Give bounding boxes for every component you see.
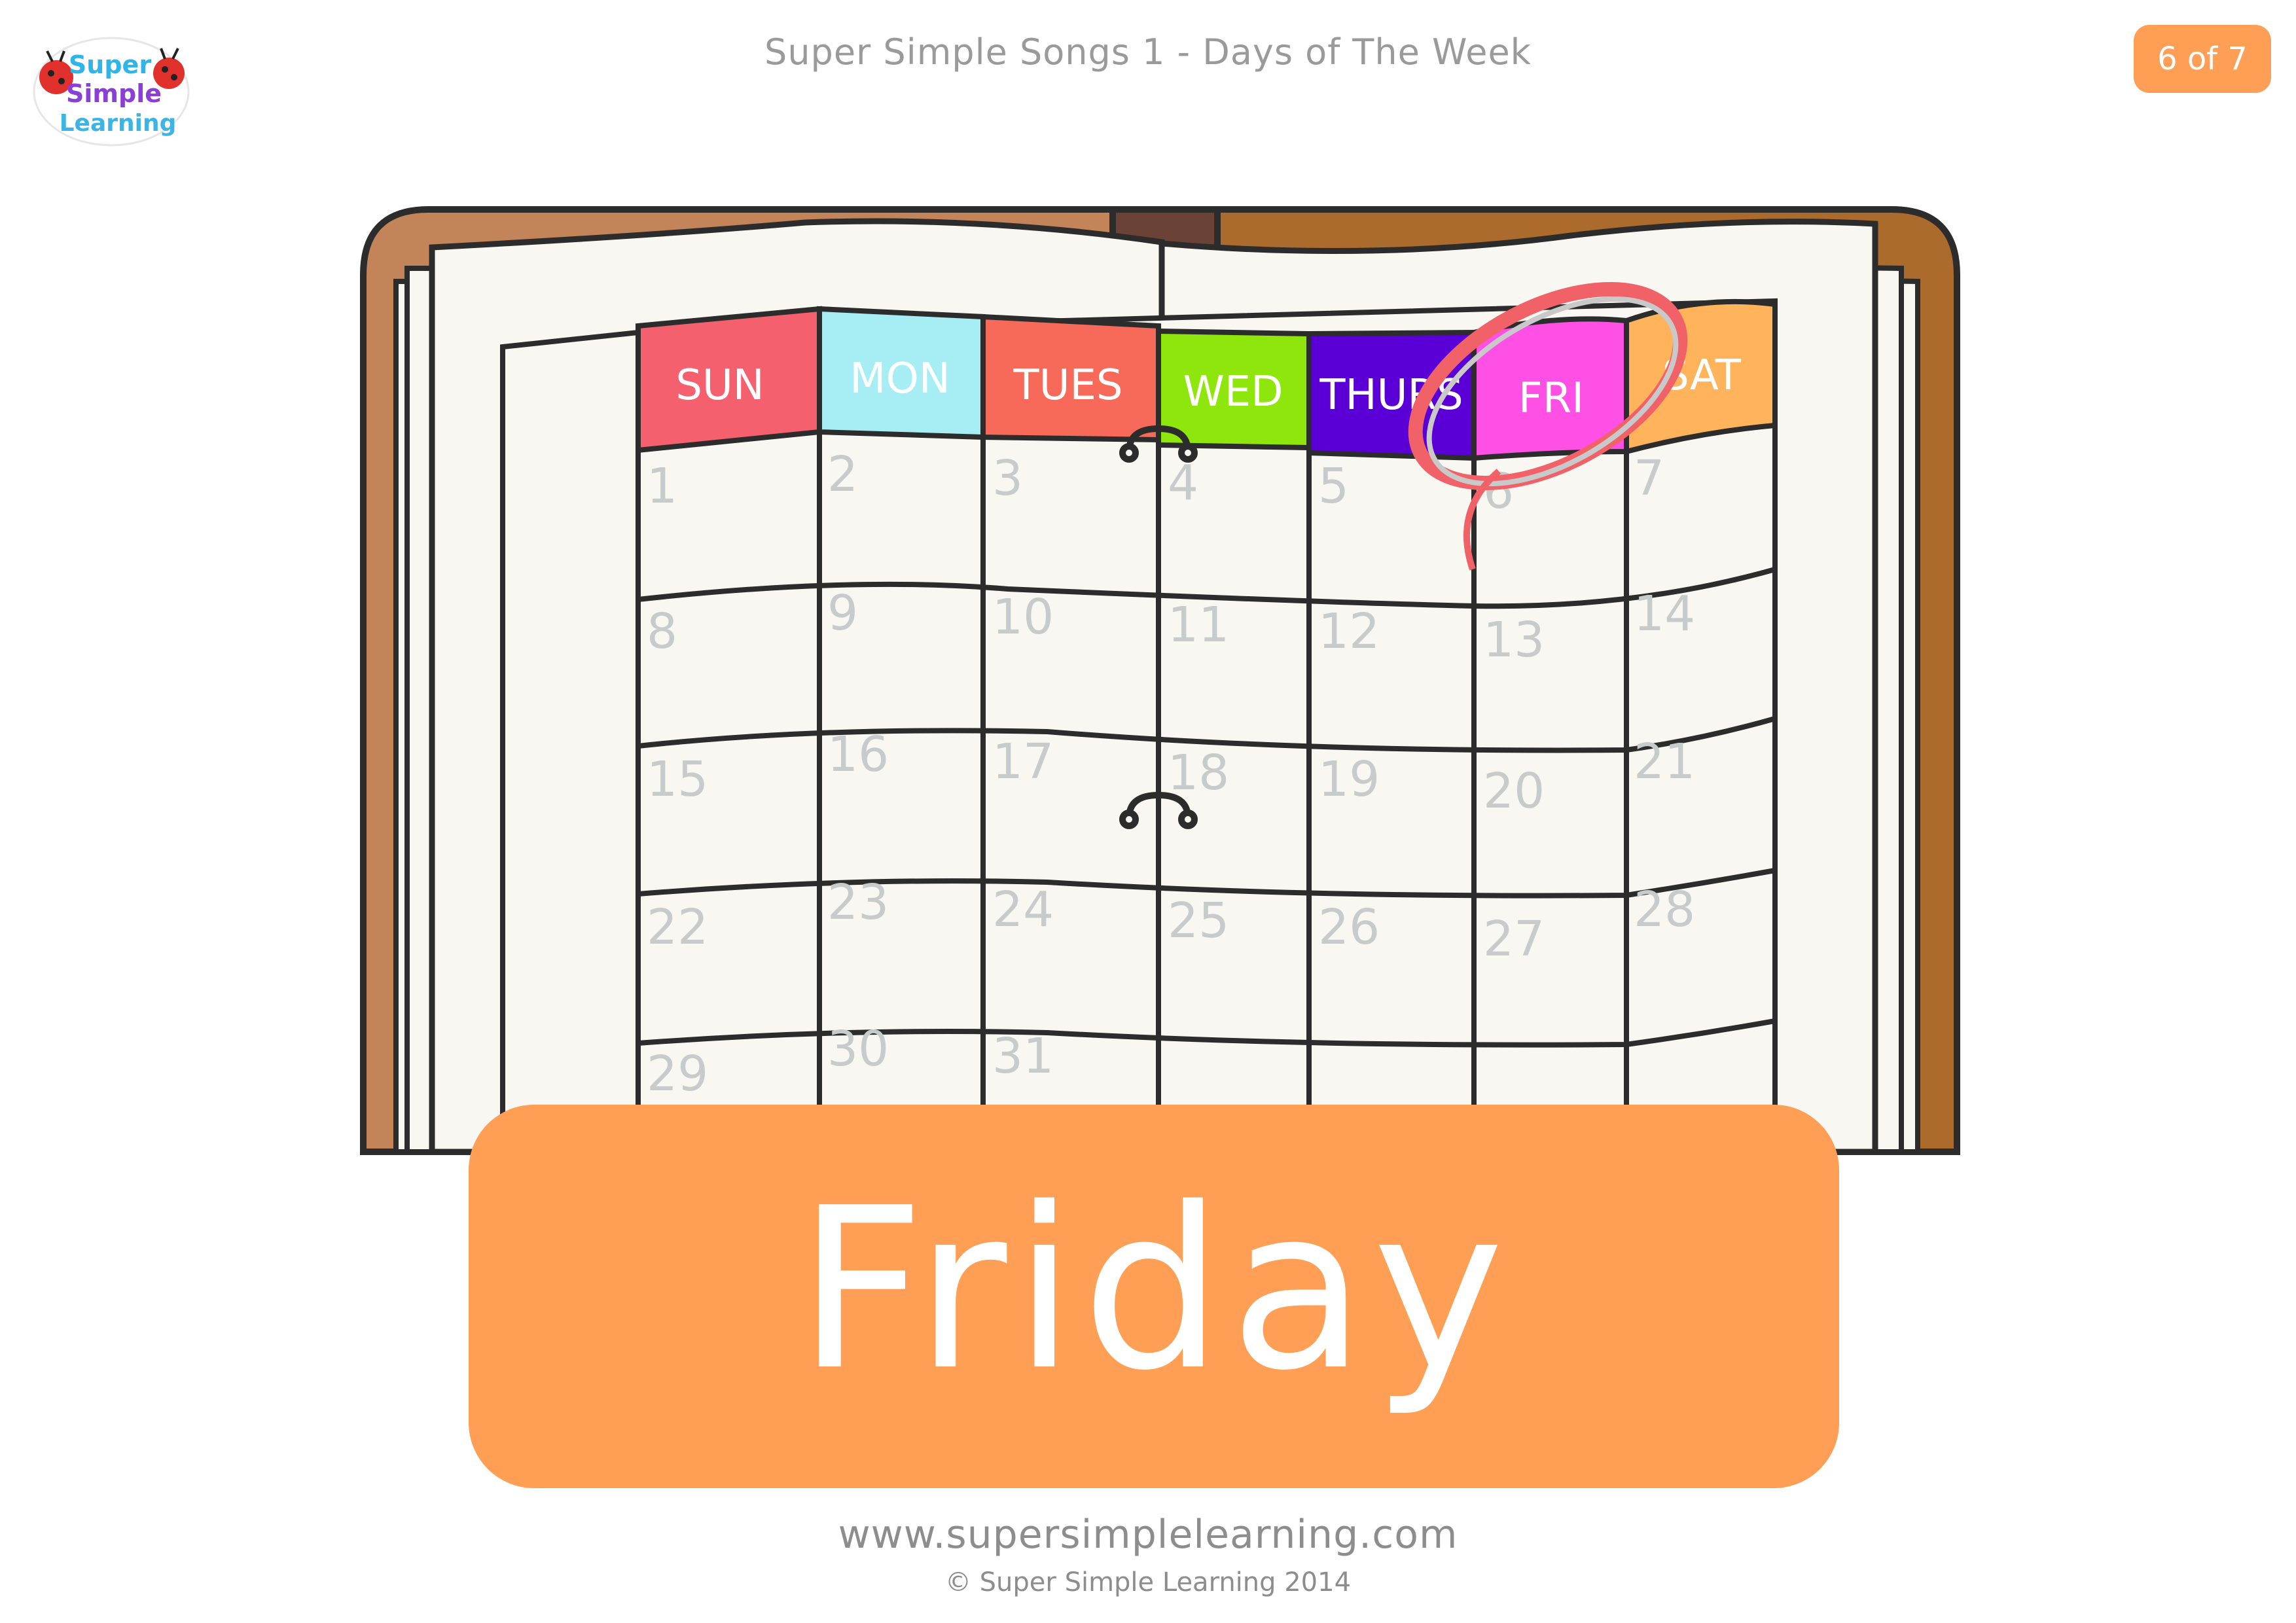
date-number: 27 <box>1483 911 1545 967</box>
day-label-sun: SUN <box>675 361 764 410</box>
day-label-wed: WED <box>1183 368 1283 416</box>
date-number: 22 <box>647 899 708 955</box>
day-name-banner: Friday <box>469 1105 1839 1488</box>
date-number: 3 <box>992 450 1023 507</box>
date-number: 25 <box>1168 893 1229 949</box>
date-number: 19 <box>1318 751 1380 808</box>
day-label-tues: TUES <box>1013 361 1123 410</box>
date-number: 23 <box>827 874 889 931</box>
date-number: 12 <box>1318 603 1380 660</box>
date-number: 21 <box>1634 734 1695 790</box>
date-number: 18 <box>1168 745 1229 801</box>
day-label-fri: FRI <box>1518 374 1584 423</box>
date-number: 17 <box>992 734 1054 790</box>
date-number: 10 <box>992 589 1054 645</box>
date-number: 11 <box>1168 597 1229 653</box>
date-number: 2 <box>827 446 858 503</box>
date-number: 4 <box>1168 455 1198 511</box>
date-number: 8 <box>647 603 677 660</box>
date-number: 5 <box>1318 458 1349 514</box>
date-number: 16 <box>827 726 889 783</box>
date-number: 20 <box>1483 763 1545 819</box>
date-number: 28 <box>1634 882 1695 938</box>
date-number: 9 <box>827 585 858 641</box>
date-number: 13 <box>1483 612 1545 668</box>
date-number: 26 <box>1318 899 1380 955</box>
date-number: 7 <box>1634 450 1664 507</box>
date-number: 14 <box>1634 586 1695 642</box>
footer-website-link[interactable]: www.supersimplelearning.com <box>0 1512 2296 1558</box>
day-name-text: Friday <box>797 1160 1511 1419</box>
date-number: 30 <box>827 1021 889 1077</box>
date-number: 1 <box>647 458 677 514</box>
date-number: 15 <box>647 751 708 808</box>
day-label-mon: MON <box>850 355 950 403</box>
footer-copyright: © Super Simple Learning 2014 <box>944 1567 1352 1597</box>
date-number: 24 <box>992 882 1054 938</box>
date-number: 29 <box>647 1046 708 1102</box>
date-number: 31 <box>992 1028 1054 1084</box>
